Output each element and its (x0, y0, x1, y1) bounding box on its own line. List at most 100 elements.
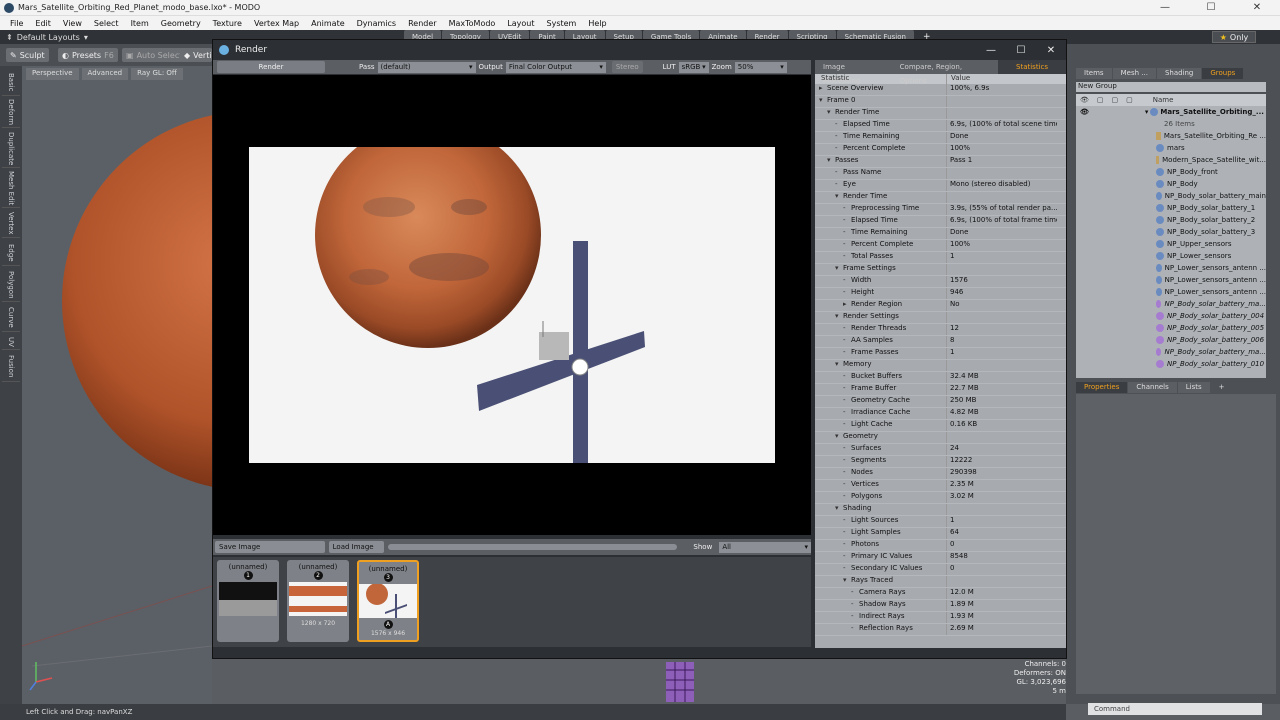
menu-view[interactable]: View (57, 19, 88, 28)
menu-render[interactable]: Render (402, 19, 442, 28)
menu-maxtomodo[interactable]: MaxToModo (443, 19, 502, 28)
statistic-row[interactable]: ▾ Frame Settings (815, 264, 1066, 276)
statistic-row[interactable]: - Primary IC Values 8548 (815, 552, 1066, 564)
group-item[interactable]: NP_Body_front (1076, 166, 1266, 178)
viewport-advanced[interactable]: Advanced (81, 68, 129, 80)
statistic-row[interactable]: - Elapsed Time 6.9s, (100% of total scene … (815, 120, 1066, 132)
menu-help[interactable]: Help (582, 19, 612, 28)
statistic-row[interactable]: - Percent Complete 100% (815, 240, 1066, 252)
menu-layout[interactable]: Layout (501, 19, 540, 28)
menu-dynamics[interactable]: Dynamics (351, 19, 402, 28)
render-canvas[interactable] (213, 75, 811, 535)
statistic-row[interactable]: - Height 946 (815, 288, 1066, 300)
menu-geometry[interactable]: Geometry (155, 19, 207, 28)
statistic-row[interactable]: ▾ Frame 0 (815, 96, 1066, 108)
statistic-row[interactable]: - Camera Rays 12.0 M (815, 588, 1066, 600)
statistic-row[interactable]: - Irradiance Cache 4.82 MB (815, 408, 1066, 420)
lut-select[interactable]: sRGB ▾ (678, 61, 709, 73)
group-item[interactable]: NP_Lower_sensors (1076, 250, 1266, 262)
stereo-button[interactable]: Stereo (611, 61, 643, 73)
show-select[interactable]: All ▾ (719, 541, 811, 553)
group-item[interactable]: NP_Body_solar_battery_ma... (1076, 346, 1266, 358)
tab-curve[interactable]: Curve (2, 304, 20, 332)
layout-selector[interactable]: ⇞ Default Layouts ▾ (0, 33, 94, 42)
statistic-row[interactable]: - Percent Complete 100% (815, 144, 1066, 156)
statistic-row[interactable]: - Polygons 3.02 M (815, 492, 1066, 504)
statistic-row[interactable]: - Total Passes 1 (815, 252, 1066, 264)
render-close-button[interactable]: ✕ (1036, 45, 1066, 56)
group-item[interactable]: NP_Lower_sensors_antenn ... (1076, 274, 1266, 286)
statistic-row[interactable]: - Surfaces 24 (815, 444, 1066, 456)
tab-channels[interactable]: Channels (1128, 382, 1177, 393)
zoom-select[interactable]: 50% ▾ (734, 61, 787, 73)
menu-item[interactable]: Item (125, 19, 155, 28)
save-image-button[interactable]: Save Image (215, 541, 325, 553)
group-item[interactable]: NP_Body_solar_battery_main (1076, 190, 1266, 202)
group-item[interactable]: NP_Body_solar_battery_005 (1076, 322, 1266, 334)
render-button[interactable]: Render (217, 61, 325, 73)
statistic-row[interactable]: - Time Remaining Done (815, 132, 1066, 144)
render-minimize-button[interactable]: — (976, 45, 1006, 56)
maximize-button[interactable]: ☐ (1188, 0, 1234, 16)
statistic-row[interactable]: ▾ Shading (815, 504, 1066, 516)
tab-groups[interactable]: Groups (1202, 68, 1244, 79)
statistic-row[interactable]: - Elapsed Time 6.9s, (100% of total frame … (815, 216, 1066, 228)
viewport-perspective[interactable]: Perspective (26, 68, 79, 80)
group-item[interactable]: mars (1076, 142, 1266, 154)
thumbnail-2[interactable]: (unnamed) 2 1280 x 720 (287, 560, 349, 642)
statistic-row[interactable]: ▾ Render Time (815, 108, 1066, 120)
minimize-button[interactable]: — (1142, 0, 1188, 16)
menu-file[interactable]: File (4, 19, 29, 28)
statistic-row[interactable]: - Pass Name (815, 168, 1066, 180)
tab-fusion[interactable]: Fusion (2, 352, 20, 382)
vertices-button[interactable]: ◆ Verti (180, 48, 212, 62)
tab-mesh[interactable]: Mesh ... (1112, 68, 1156, 79)
statistic-row[interactable]: - Frame Passes 1 (815, 348, 1066, 360)
statistic-row[interactable]: - Segments 12222 (815, 456, 1066, 468)
tab-statistics[interactable]: Statistics (998, 60, 1066, 74)
thumbnail-3[interactable]: (unnamed) 3 A 1576 x 946 (357, 560, 419, 642)
group-item[interactable]: NP_Body (1076, 178, 1266, 190)
group-item[interactable]: Mars_Satellite_Orbiting_Re ... (1076, 130, 1266, 142)
statistic-row[interactable]: - Eye Mono (stereo disabled) (815, 180, 1066, 192)
statistic-row[interactable]: - Nodes 290398 (815, 468, 1066, 480)
menu-vertex-map[interactable]: Vertex Map (248, 19, 305, 28)
statistic-row[interactable]: - Time Remaining Done (815, 228, 1066, 240)
image-slider[interactable] (388, 544, 678, 550)
statistic-row[interactable]: - Frame Buffer 22.7 MB (815, 384, 1066, 396)
statistic-row[interactable]: - Geometry Cache 250 MB (815, 396, 1066, 408)
statistic-row[interactable]: - Preprocessing Time 3.9s, (55% of total r… (815, 204, 1066, 216)
only-toggle[interactable]: ★ Only (1212, 31, 1256, 43)
menu-texture[interactable]: Texture (207, 19, 248, 28)
statistic-row[interactable]: - Light Samples 64 (815, 528, 1066, 540)
3d-viewport[interactable] (22, 66, 212, 704)
statistic-row[interactable]: ▾ Render Settings (815, 312, 1066, 324)
tab-basic[interactable]: Basic (2, 70, 20, 96)
group-item[interactable]: NP_Body_solar_battery_3 (1076, 226, 1266, 238)
pass-select[interactable]: (default) ▾ (377, 61, 476, 73)
menu-select[interactable]: Select (88, 19, 125, 28)
statistic-row[interactable]: ▸ Scene Overview 100%, 6.9s (815, 84, 1066, 96)
statistic-row[interactable]: - Vertices 2.35 M (815, 480, 1066, 492)
thumbnail-1[interactable]: (unnamed) 1 (217, 560, 279, 642)
menu-edit[interactable]: Edit (29, 19, 57, 28)
output-select[interactable]: Final Color Output ▾ (505, 61, 606, 73)
tab-compare-region-options[interactable]: Compare, Region, Options (892, 60, 998, 85)
tab-properties[interactable]: Properties (1076, 382, 1128, 393)
add-prop-tab-button[interactable]: + (1211, 382, 1233, 393)
statistic-row[interactable]: ▾ Passes Pass 1 (815, 156, 1066, 168)
statistic-row[interactable]: ▾ Rays Traced (815, 576, 1066, 588)
statistic-row[interactable]: ▾ Geometry (815, 432, 1066, 444)
statistic-row[interactable]: ▾ Memory (815, 360, 1066, 372)
statistic-row[interactable]: - AA Samples 8 (815, 336, 1066, 348)
tab-polygon[interactable]: Polygon (2, 268, 20, 302)
load-image-button[interactable]: Load Image (328, 541, 385, 553)
tab-edge[interactable]: Edge (2, 240, 20, 266)
groups-list[interactable]: 👁 ▢ ▢ ▢ Name 👁 ▾ Mars_Satellite_Orbiting… (1076, 94, 1266, 378)
statistic-row[interactable]: - Reflection Rays 2.69 M (815, 624, 1066, 636)
menu-animate[interactable]: Animate (305, 19, 351, 28)
statistic-row[interactable]: - Bucket Buffers 32.4 MB (815, 372, 1066, 384)
viewport-raygl[interactable]: Ray GL: Off (131, 68, 183, 80)
group-item[interactable]: NP_Lower_sensors_antenn ... (1076, 286, 1266, 298)
statistic-row[interactable]: - Render Threads 12 (815, 324, 1066, 336)
